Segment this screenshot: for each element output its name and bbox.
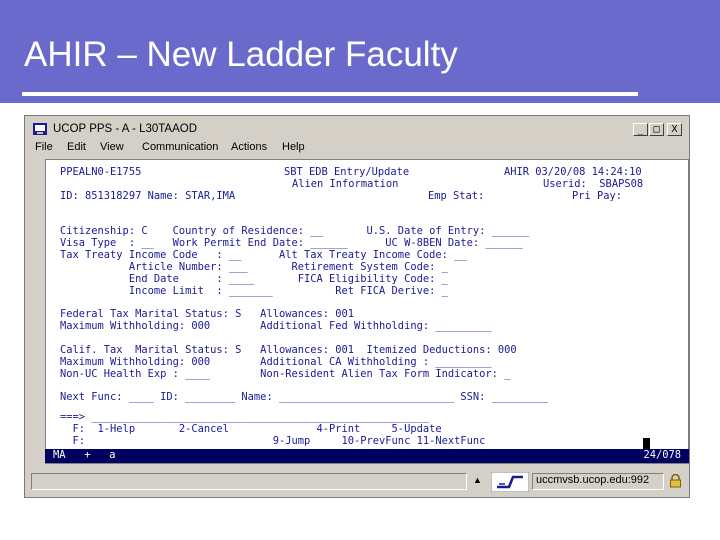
cursor-position: 24/078 bbox=[643, 449, 681, 461]
secure-lock-icon bbox=[670, 474, 681, 488]
employee-id-name: ID: 851318297 Name: STAR,IMA bbox=[60, 190, 236, 202]
network-connection-icon bbox=[491, 472, 529, 492]
window-titlebar[interactable]: UCOP PPS - A - L30TAAOD _ □ X bbox=[29, 120, 685, 139]
function-keys-row-1[interactable]: F: 1-Help 2-Cancel 4-Print 5-Update bbox=[60, 424, 442, 435]
status-message-field bbox=[31, 473, 467, 490]
command-line[interactable]: ===> ___________________________________… bbox=[60, 412, 429, 423]
federal-withholding-row[interactable]: Maximum Withholding: 000 Additional Fed … bbox=[60, 321, 492, 332]
next-function-row[interactable]: Next Func: ____ ID: ________ Name: _____… bbox=[60, 392, 548, 403]
window-status-bar: ▲ uccmvsb.ucop.edu:992 bbox=[29, 471, 685, 493]
menu-help[interactable]: Help bbox=[282, 141, 305, 153]
menu-actions[interactable]: Actions bbox=[231, 141, 267, 153]
up-arrow-icon[interactable]: ▲ bbox=[473, 475, 482, 485]
maximize-button[interactable]: □ bbox=[649, 123, 664, 136]
non-uc-health-row[interactable]: Non-UC Health Exp : ____ Non-Resident Al… bbox=[60, 369, 510, 380]
terminal-window: UCOP PPS - A - L30TAAOD _ □ X File Edit … bbox=[24, 115, 690, 498]
visa-type-row[interactable]: Visa Type : __ Work Permit End Date: ___… bbox=[60, 238, 523, 249]
screen-id: PPEALN0-E1755 bbox=[60, 166, 142, 178]
calif-withholding-row[interactable]: Maximum Withholding: 000 Additional CA W… bbox=[60, 357, 492, 368]
menu-view[interactable]: View bbox=[100, 141, 124, 153]
terminal-app-icon bbox=[33, 123, 47, 135]
menu-edit[interactable]: Edit bbox=[67, 141, 86, 153]
terminal-cursor bbox=[643, 438, 650, 449]
minimize-button[interactable]: _ bbox=[633, 123, 648, 136]
window-title: UCOP PPS - A - L30TAAOD bbox=[53, 123, 198, 135]
close-button[interactable]: X bbox=[667, 123, 682, 136]
federal-marital-row[interactable]: Federal Tax Marital Status: S Allowances… bbox=[60, 309, 354, 320]
menu-file[interactable]: File bbox=[35, 141, 53, 153]
emp-stat-label: Emp Stat: bbox=[428, 190, 485, 202]
menu-communication[interactable]: Communication bbox=[142, 141, 218, 153]
citizenship-row[interactable]: Citizenship: C Country of Residence: __ … bbox=[60, 226, 529, 237]
article-number-row[interactable]: Article Number: ___ Retirement System Co… bbox=[60, 262, 448, 273]
screen-function-code-date: AHIR 03/20/08 14:24:10 bbox=[504, 166, 642, 178]
terminal-screen[interactable]: PPEALN0-E1755 SBT EDB Entry/Update AHIR … bbox=[45, 159, 689, 464]
host-address: uccmvsb.ucop.edu:992 bbox=[536, 474, 650, 486]
oia-status-left: MA + a bbox=[53, 449, 116, 461]
function-keys-row-2[interactable]: F: 9-Jump 10-PrevFunc 11-NextFunc bbox=[60, 436, 486, 447]
pri-pay-label: Pri Pay: bbox=[572, 190, 623, 202]
terminal-status-row: MA + a 24/078 bbox=[45, 449, 689, 463]
income-limit-row[interactable]: Income Limit : _______ Ret FICA Derive: … bbox=[60, 286, 448, 297]
screen-function-title: SBT EDB Entry/Update bbox=[284, 166, 410, 178]
tax-treaty-row[interactable]: Tax Treaty Income Code : __ Alt Tax Trea… bbox=[60, 250, 467, 261]
slide-title: AHIR – New Ladder Faculty bbox=[24, 35, 458, 74]
menu-bar: File Edit View Communication Actions Hel… bbox=[29, 140, 685, 156]
screen-userid: Userid: SBAPS08 bbox=[543, 178, 644, 190]
end-date-row[interactable]: End Date : ____ FICA Eligibility Code: _ bbox=[60, 274, 448, 285]
calif-marital-row[interactable]: Calif. Tax Marital Status: S Allowances:… bbox=[60, 345, 517, 356]
screen-subtitle: Alien Information bbox=[292, 178, 399, 190]
banner-divider bbox=[22, 92, 638, 96]
